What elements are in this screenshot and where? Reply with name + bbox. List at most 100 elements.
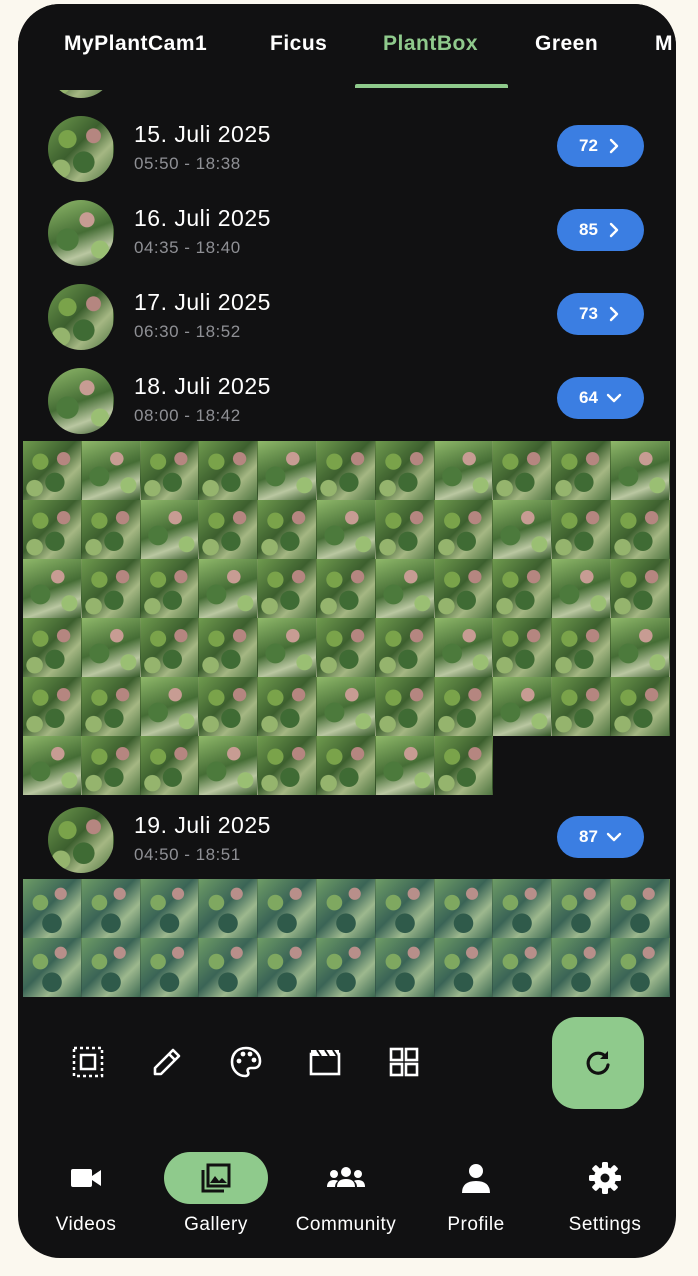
photo-thumbnail[interactable] [493,441,553,500]
photo-thumbnail[interactable] [316,736,376,795]
tab-ficus[interactable]: Ficus [270,32,327,62]
photo-thumbnail[interactable] [23,677,82,736]
photo-thumbnail[interactable] [199,618,259,677]
photo-thumbnail[interactable] [434,441,494,500]
photo-thumbnail[interactable] [434,559,494,618]
photo-thumbnail[interactable] [81,441,141,500]
photo-thumbnail[interactable] [258,736,317,795]
photo-thumbnail[interactable] [316,938,376,997]
photo-thumbnail[interactable] [375,559,435,618]
photo-thumbnail[interactable] [258,618,317,677]
palette-icon[interactable] [228,1044,264,1080]
nav-profile[interactable]: Profile [411,1152,541,1235]
refresh-button[interactable] [552,1017,644,1109]
day-row[interactable]: 18. Juli 2025 08:00 - 18:42 64 [18,360,676,444]
nav-community[interactable]: Community [281,1152,411,1235]
photo-thumbnail[interactable] [81,938,141,997]
photo-thumbnail[interactable] [552,559,611,618]
photo-thumbnail[interactable] [199,736,259,795]
photo-thumbnail[interactable] [258,879,317,938]
photo-thumbnail[interactable] [493,938,553,997]
photo-thumbnail[interactable] [434,677,494,736]
nav-settings[interactable]: Settings [540,1152,670,1235]
photo-thumbnail[interactable] [199,677,259,736]
tab-myplantcam1[interactable]: MyPlantCam1 [64,32,207,62]
photo-thumbnail[interactable] [140,618,200,677]
photo-thumbnail[interactable] [258,559,317,618]
photo-thumbnail[interactable] [375,441,435,500]
photo-thumbnail[interactable] [199,938,259,997]
photo-thumbnail[interactable] [199,441,259,500]
photo-thumbnail[interactable] [258,441,317,500]
photo-thumbnail[interactable] [493,618,553,677]
photo-count-button[interactable]: 87 [557,816,644,858]
photo-thumbnail[interactable] [316,559,376,618]
photo-thumbnail[interactable] [610,879,670,938]
photo-thumbnail[interactable] [199,500,259,559]
photo-thumbnail[interactable] [552,879,611,938]
photo-thumbnail[interactable] [375,938,435,997]
photo-thumbnail[interactable] [610,559,670,618]
photo-thumbnail[interactable] [610,441,670,500]
photo-thumbnail[interactable] [23,441,82,500]
photo-thumbnail[interactable] [493,677,553,736]
photo-thumbnail[interactable] [140,938,200,997]
photo-thumbnail[interactable] [610,677,670,736]
photo-thumbnail[interactable] [23,500,82,559]
photo-thumbnail[interactable] [375,618,435,677]
day-row[interactable]: 15. Juli 2025 05:50 - 18:38 72 [18,108,676,192]
photo-count-button[interactable]: 64 [557,377,644,419]
photo-thumbnail[interactable] [610,500,670,559]
photo-thumbnail[interactable] [23,938,82,997]
photo-thumbnail[interactable] [316,879,376,938]
photo-thumbnail[interactable] [258,500,317,559]
photo-thumbnail[interactable] [610,618,670,677]
day-row[interactable]: 17. Juli 2025 06:30 - 18:52 73 [18,276,676,360]
photo-thumbnail[interactable] [23,879,82,938]
photo-thumbnail[interactable] [140,559,200,618]
photo-thumbnail[interactable] [375,879,435,938]
photo-thumbnail[interactable] [316,500,376,559]
tab-overflow[interactable]: M [655,32,673,62]
photo-thumbnail[interactable] [81,559,141,618]
photo-thumbnail[interactable] [434,618,494,677]
photo-thumbnail[interactable] [140,500,200,559]
photo-thumbnail[interactable] [81,618,141,677]
photo-thumbnail[interactable] [552,500,611,559]
photo-thumbnail[interactable] [316,677,376,736]
photo-count-button[interactable]: 73 [557,293,644,335]
photo-thumbnail[interactable] [552,677,611,736]
nav-videos[interactable]: Videos [21,1152,151,1235]
tab-green[interactable]: Green [535,32,598,62]
photo-thumbnail[interactable] [434,938,494,997]
photo-thumbnail[interactable] [81,500,141,559]
movie-clapper-icon[interactable] [307,1044,343,1080]
photo-thumbnail[interactable] [316,618,376,677]
photo-thumbnail[interactable] [140,441,200,500]
photo-count-button[interactable]: 85 [557,209,644,251]
photo-thumbnail[interactable] [434,736,494,795]
day-row[interactable]: 19. Juli 2025 04:50 - 18:51 87 [18,799,676,883]
photo-thumbnail[interactable] [23,618,82,677]
photo-thumbnail[interactable] [258,938,317,997]
photo-thumbnail[interactable] [23,736,82,795]
photo-thumbnail[interactable] [552,938,611,997]
photo-thumbnail[interactable] [258,677,317,736]
photo-thumbnail[interactable] [316,441,376,500]
photo-thumbnail[interactable] [375,677,435,736]
photo-thumbnail[interactable] [375,736,435,795]
photo-thumbnail[interactable] [199,879,259,938]
day-row[interactable]: 16. Juli 2025 04:35 - 18:40 85 [18,192,676,276]
photo-thumbnail[interactable] [140,736,200,795]
tab-plantbox[interactable]: PlantBox [383,32,478,62]
photo-thumbnail[interactable] [493,879,553,938]
photo-thumbnail[interactable] [552,618,611,677]
nav-gallery[interactable]: Gallery [151,1152,281,1235]
grid-view-icon[interactable] [386,1044,422,1080]
photo-thumbnail[interactable] [81,677,141,736]
photo-thumbnail[interactable] [610,938,670,997]
photo-thumbnail[interactable] [552,441,611,500]
photo-thumbnail[interactable] [140,677,200,736]
photo-count-button[interactable]: 72 [557,125,644,167]
photo-thumbnail[interactable] [434,879,494,938]
